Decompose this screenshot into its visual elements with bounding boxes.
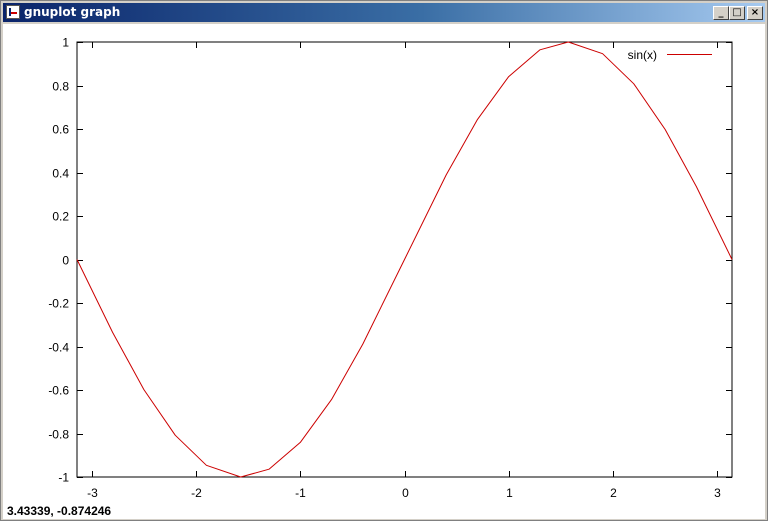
x-tick-label: -1 bbox=[295, 486, 306, 500]
y-tick-label: 0.6 bbox=[52, 123, 69, 137]
x-tick-label: -2 bbox=[191, 486, 202, 500]
legend-label: sin(x) bbox=[628, 48, 657, 62]
y-tick-label: -0.6 bbox=[48, 384, 69, 398]
x-tick-label: 3 bbox=[714, 486, 721, 500]
x-tick-label: -3 bbox=[87, 486, 98, 500]
sin-chart[interactable]: -1 -0.8 -0.6 -0.4 -0.2 0 0.2 0.4 0.6 0.8 1 -3 -2 -1 0 1… bbox=[3, 24, 765, 519]
title-bar[interactable]: gnuplot graph _ □ × bbox=[3, 3, 765, 22]
window-title: gnuplot graph bbox=[24, 5, 121, 19]
x-tick-label: 2 bbox=[610, 486, 617, 500]
y-tick-label: -0.8 bbox=[48, 428, 69, 442]
maximize-button[interactable]: □ bbox=[729, 6, 745, 20]
y-tick-label: -1 bbox=[58, 471, 69, 485]
y-tick-label: -0.2 bbox=[48, 297, 69, 311]
close-button[interactable]: × bbox=[747, 6, 763, 20]
cursor-coordinates: 3.43339, -0.874246 bbox=[7, 504, 112, 518]
y-tick-label: 1 bbox=[62, 36, 69, 50]
x-tick-label: 1 bbox=[506, 486, 513, 500]
plot-area[interactable]: -1 -0.8 -0.6 -0.4 -0.2 0 0.2 0.4 0.6 0.8 1 -3 -2 -1 0 1… bbox=[3, 24, 765, 519]
y-tick-label: 0.2 bbox=[52, 210, 69, 224]
x-tick-label: 0 bbox=[402, 486, 409, 500]
gnuplot-app-icon[interactable] bbox=[6, 5, 20, 19]
y-tick-label: 0.8 bbox=[52, 80, 69, 94]
minimize-button[interactable]: _ bbox=[713, 6, 729, 20]
gnuplot-window: gnuplot graph _ □ × -1 -0.8 -0.6 -0.4 -0.2 0 0… bbox=[0, 0, 768, 521]
y-tick-label: 0 bbox=[62, 254, 69, 268]
y-tick-label: 0.4 bbox=[52, 167, 69, 181]
y-tick-label: -0.4 bbox=[48, 341, 69, 355]
